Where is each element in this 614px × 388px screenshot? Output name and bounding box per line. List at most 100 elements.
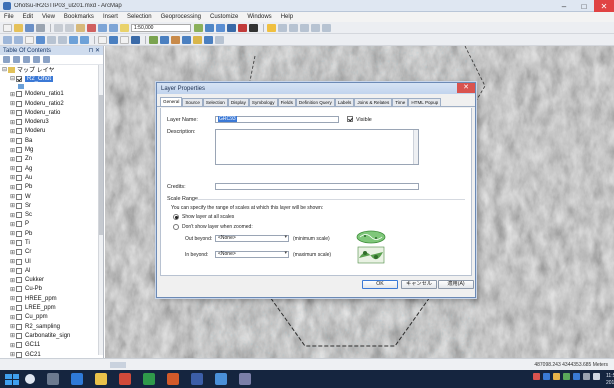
maximize-button[interactable]: □ xyxy=(574,0,594,12)
layer-item[interactable]: ⊞ Sc xyxy=(2,210,103,219)
print-icon[interactable] xyxy=(36,23,45,32)
dialog-close-button[interactable]: ✕ xyxy=(457,83,475,93)
description-textarea[interactable] xyxy=(215,129,419,165)
network-icon[interactable] xyxy=(583,373,590,380)
python-window-icon[interactable] xyxy=(249,23,258,32)
minimize-button[interactable]: – xyxy=(554,0,574,12)
tray-app-icon[interactable] xyxy=(543,373,550,380)
in-beyond-select[interactable]: <None> xyxy=(215,251,289,258)
layer-visibility-checkbox[interactable] xyxy=(16,305,22,312)
layer-visibility-checkbox[interactable] xyxy=(16,332,22,339)
go-to-xy-icon[interactable] xyxy=(171,35,180,44)
layer-item[interactable]: ⊞ Moderu xyxy=(2,127,103,136)
zoom-out-icon[interactable] xyxy=(14,35,23,44)
time-slider-icon[interactable] xyxy=(215,35,224,44)
layer-item[interactable]: ⊞ Ti xyxy=(2,238,103,247)
layer-visibility-checkbox[interactable] xyxy=(16,156,22,163)
powerpoint-icon[interactable] xyxy=(167,373,179,385)
visible-checkbox[interactable] xyxy=(347,116,353,122)
clear-selection-icon[interactable] xyxy=(109,35,118,44)
layer-item[interactable]: ⊞ W xyxy=(2,192,103,201)
layer-visibility-checkbox[interactable] xyxy=(16,109,22,116)
list-by-visibility-icon[interactable] xyxy=(23,56,30,63)
options-icon[interactable] xyxy=(43,56,50,63)
search-window-icon[interactable] xyxy=(227,23,236,32)
layer-item[interactable]: ⊞ Zn xyxy=(2,155,103,164)
model-builder-icon[interactable] xyxy=(267,23,276,32)
hyperlink-icon[interactable] xyxy=(193,35,202,44)
draw-tool-icon[interactable] xyxy=(300,23,309,32)
zoom-in-icon[interactable] xyxy=(3,35,12,44)
layer-item[interactable]: ⊞ Moderu3 xyxy=(2,117,103,126)
tray-app-icon[interactable] xyxy=(573,373,580,380)
layer-item[interactable]: ⊞ Cu_ppm xyxy=(2,313,103,322)
layer-name-input[interactable]: GRC93 xyxy=(215,116,339,123)
measure-icon[interactable] xyxy=(182,35,191,44)
new-document-icon[interactable] xyxy=(3,23,12,32)
layer-item[interactable]: ⊞ Au xyxy=(2,173,103,182)
layer-visibility-checkbox[interactable] xyxy=(16,286,22,293)
add-data-icon[interactable] xyxy=(120,23,129,32)
toc-scrollbar[interactable] xyxy=(98,65,103,355)
menu-edit[interactable]: Edit xyxy=(23,14,33,20)
layout-view-buttons[interactable] xyxy=(110,362,126,368)
out-beyond-select[interactable]: <None> xyxy=(215,235,289,242)
tab-fields[interactable]: Fields xyxy=(277,98,296,106)
layer-visibility-checkbox[interactable] xyxy=(16,314,22,321)
select-features-icon[interactable] xyxy=(98,35,107,44)
layer-item[interactable]: ⊞ Ul xyxy=(2,257,103,266)
menu-customize[interactable]: Customize xyxy=(210,14,238,20)
ok-button[interactable]: OK xyxy=(362,280,398,289)
text-tool-icon[interactable] xyxy=(311,23,320,32)
layer-visibility-checkbox[interactable] xyxy=(16,91,22,98)
menu-insert[interactable]: Insert xyxy=(103,14,118,20)
layer-item[interactable]: ⊞ GC11 xyxy=(2,341,103,350)
menu-help[interactable]: Help xyxy=(281,14,293,20)
layer-item[interactable]: ⊞ Moderu_ratio2 xyxy=(2,99,103,108)
next-extent-icon[interactable] xyxy=(80,35,89,44)
layer-item[interactable]: ⊞ Pb xyxy=(2,183,103,192)
tab-source[interactable]: Source xyxy=(182,98,203,106)
layer-item[interactable]: ⊞ Carbonatite_sign xyxy=(2,331,103,340)
task-view-icon[interactable] xyxy=(47,373,59,385)
layer-dropdown-icon[interactable] xyxy=(289,23,298,32)
list-by-source-icon[interactable] xyxy=(13,56,20,63)
menu-file[interactable]: File xyxy=(4,14,14,20)
spatial-analyst-icon[interactable] xyxy=(278,23,287,32)
layer-visibility-checkbox[interactable] xyxy=(16,230,22,237)
tab-html-popup[interactable]: HTML Popup xyxy=(408,98,442,106)
layer-visibility-checkbox[interactable] xyxy=(16,221,22,228)
excel-icon[interactable] xyxy=(143,373,155,385)
copy-icon[interactable] xyxy=(65,23,74,32)
layer-item[interactable]: ⊞ Cr xyxy=(2,248,103,257)
edge-browser-icon[interactable] xyxy=(71,373,83,385)
credits-input[interactable] xyxy=(215,183,419,190)
map-scale-input[interactable]: 1:50,000 xyxy=(131,23,191,32)
layer-item[interactable]: ⊞ Moderu_ratio xyxy=(2,108,103,117)
mail-icon[interactable] xyxy=(119,373,131,385)
layer-item[interactable]: ⊞ HREE_ppm xyxy=(2,294,103,303)
dont-show-radio[interactable] xyxy=(173,224,179,230)
menu-windows[interactable]: Windows xyxy=(247,14,271,20)
tab-general[interactable]: General xyxy=(160,97,183,106)
layer-visibility-checkbox[interactable] xyxy=(16,128,22,135)
paste-icon[interactable] xyxy=(76,23,85,32)
menu-selection[interactable]: Selection xyxy=(127,14,152,20)
identify-icon[interactable] xyxy=(131,35,140,44)
layer-visibility-checkbox[interactable] xyxy=(16,351,22,358)
layer-item[interactable]: ⊞ Al xyxy=(2,266,103,275)
delete-icon[interactable] xyxy=(87,23,96,32)
table-of-contents-icon[interactable] xyxy=(205,23,214,32)
layer-item[interactable]: ⊞ P xyxy=(2,220,103,229)
menu-view[interactable]: View xyxy=(42,14,55,20)
open-folder-icon[interactable] xyxy=(14,23,23,32)
layer-visibility-checkbox[interactable] xyxy=(16,202,22,209)
tab-joins-relates[interactable]: Joins & Relates xyxy=(354,98,393,106)
font-tool-icon[interactable] xyxy=(322,23,331,32)
editor-toolbar-icon[interactable] xyxy=(194,23,203,32)
tray-app-icon[interactable] xyxy=(563,373,570,380)
layer-visibility-checkbox[interactable] xyxy=(16,119,22,126)
tab-symbology[interactable]: Symbology xyxy=(248,98,278,106)
previous-extent-icon[interactable] xyxy=(69,35,78,44)
layer-visibility-checkbox[interactable] xyxy=(16,165,22,172)
